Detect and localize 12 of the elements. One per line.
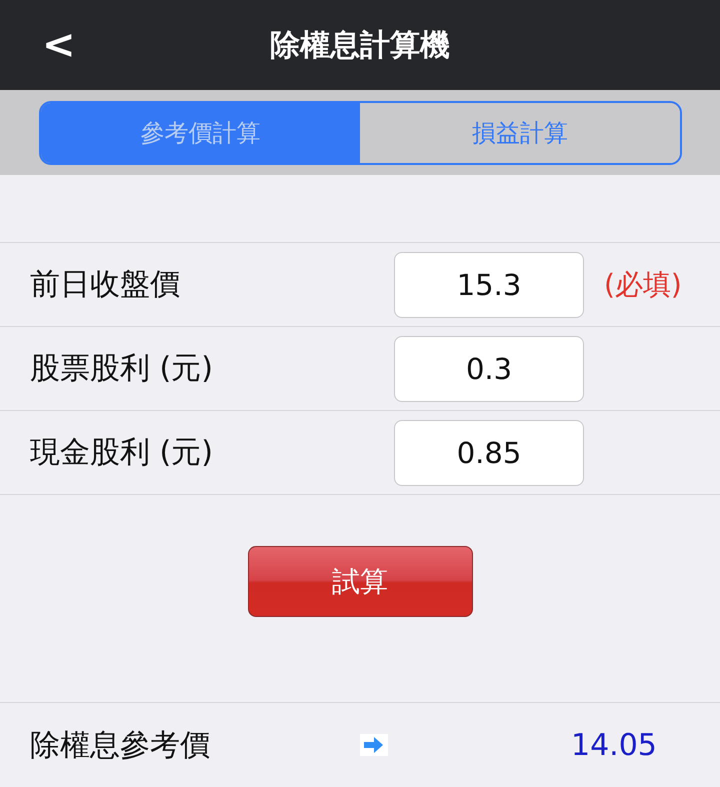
required-note: (必填) [604, 266, 682, 302]
page-title: 除權息計算機 [270, 26, 450, 64]
field-label: 前日收盤價 [30, 266, 181, 304]
calculate-button[interactable]: 試算 [248, 546, 472, 617]
field-label: 股票股利 (元) [30, 350, 214, 388]
input-field[interactable]: 0.85 [394, 420, 584, 486]
result-label: 除權息參考價 [30, 726, 211, 764]
result-value: 14.05 [571, 728, 657, 762]
field-label: 現金股利 (元) [30, 434, 214, 472]
back-button[interactable]: < [36, 22, 82, 68]
input-field[interactable]: 15.3 [394, 252, 584, 318]
input-field[interactable]: 0.3 [394, 336, 584, 402]
